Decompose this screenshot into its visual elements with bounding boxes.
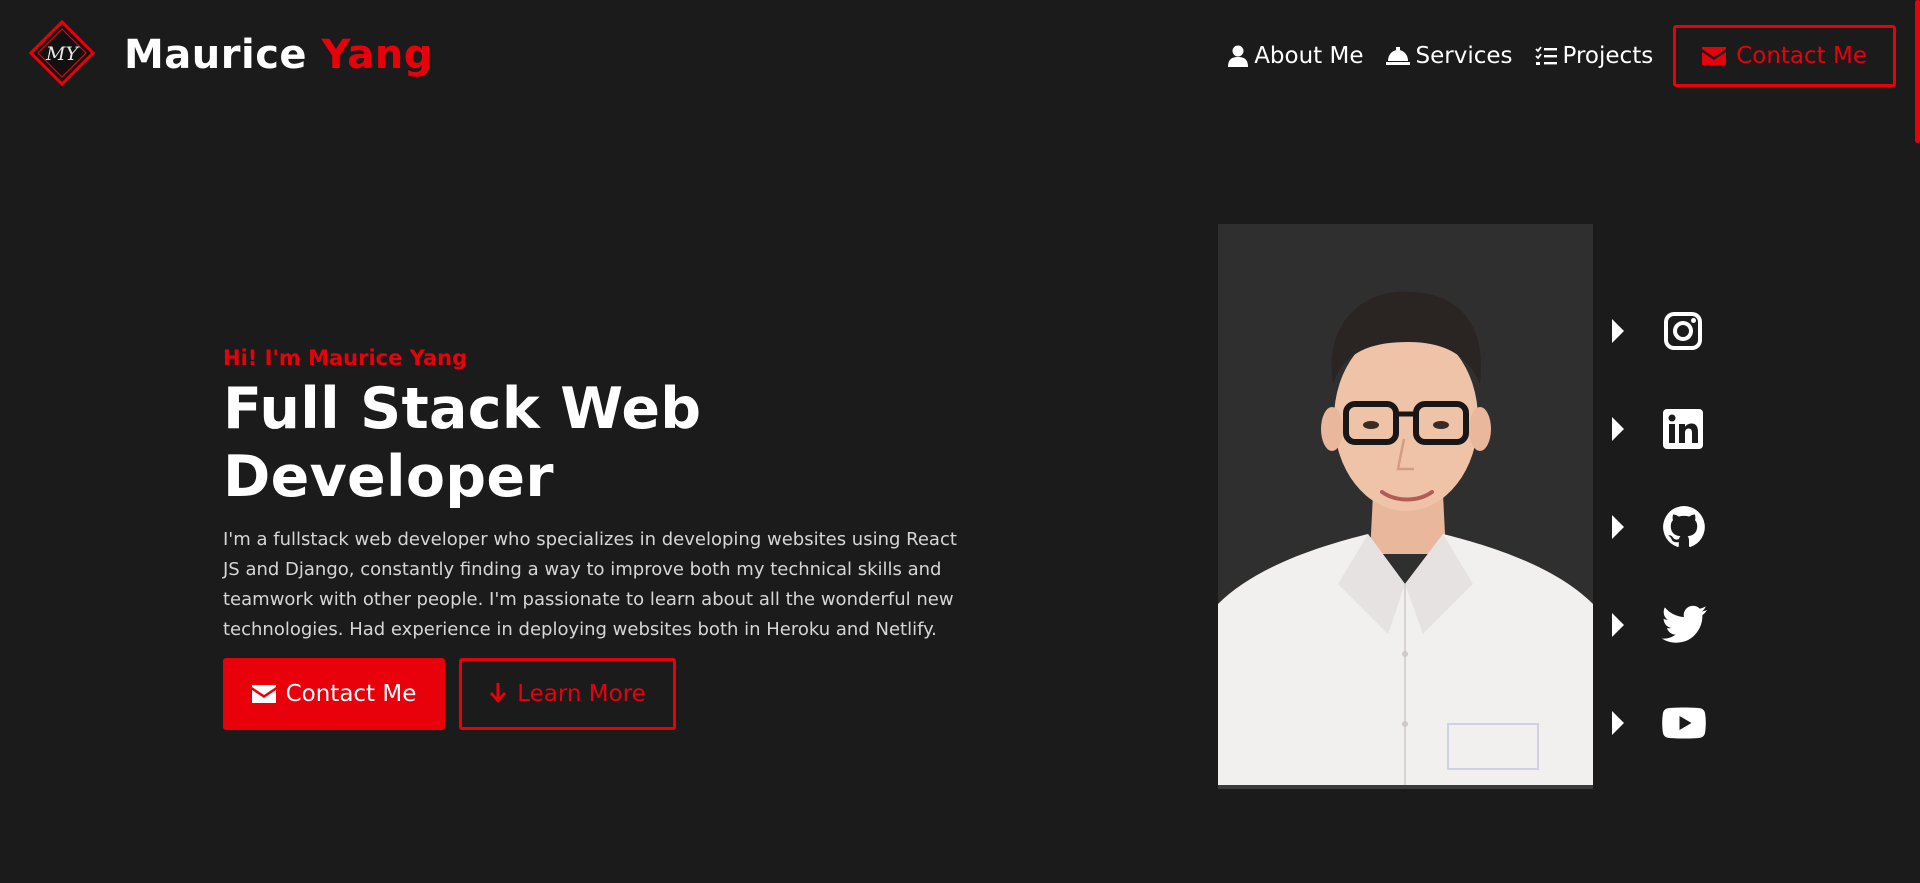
nav-contact-button[interactable]: Contact Me xyxy=(1673,25,1896,87)
hero-section: Hi! I'm Maurice Yang Full Stack Web Deve… xyxy=(223,343,983,730)
logo-icon[interactable]: MY xyxy=(26,17,98,89)
brand-first-name: Maurice xyxy=(124,32,308,78)
envelope-icon xyxy=(1702,47,1727,65)
nav-about-me[interactable]: About Me xyxy=(1228,43,1364,69)
bell-icon xyxy=(1385,47,1410,65)
instagram-icon xyxy=(1664,312,1702,350)
envelope-icon xyxy=(251,685,276,703)
social-twitter[interactable] xyxy=(1612,576,1708,674)
list-icon xyxy=(1534,46,1557,65)
twitter-icon xyxy=(1662,605,1707,643)
arrow-down-icon xyxy=(490,683,507,703)
contact-me-label: Contact Me xyxy=(285,681,417,707)
social-links xyxy=(1612,282,1708,772)
hero-actions: Contact Me Learn More xyxy=(223,658,983,730)
contact-me-button[interactable]: Contact Me xyxy=(223,658,445,730)
caret-right-icon xyxy=(1612,319,1624,343)
caret-right-icon xyxy=(1612,711,1624,735)
scroll-indicator[interactable] xyxy=(1915,0,1920,143)
logo-text: MY xyxy=(45,43,80,65)
hero-description: I'm a fullstack web developer who specia… xyxy=(223,529,957,640)
social-linkedin[interactable] xyxy=(1612,380,1708,478)
brand-last-name: Yang xyxy=(321,32,433,78)
social-instagram[interactable] xyxy=(1612,282,1708,380)
nav-contact-label: Contact Me xyxy=(1736,43,1867,69)
linkedin-icon xyxy=(1663,409,1703,449)
nav-projects-label: Projects xyxy=(1562,43,1654,69)
caret-right-icon xyxy=(1612,613,1624,637)
nav-services[interactable]: Services xyxy=(1385,43,1513,69)
social-youtube[interactable] xyxy=(1612,674,1708,772)
social-github[interactable] xyxy=(1612,478,1708,576)
caret-right-icon xyxy=(1612,417,1624,441)
github-icon xyxy=(1663,506,1705,547)
nav-about-me-label: About Me xyxy=(1254,43,1364,69)
main-nav: About Me Services Projects Contact Me xyxy=(1206,25,1896,87)
hero-greeting: Hi! I'm Maurice Yang xyxy=(223,346,468,370)
nav-services-label: Services xyxy=(1415,43,1513,69)
caret-right-icon xyxy=(1612,515,1624,539)
site-header: MY Maurice Yang About Me Services Projec… xyxy=(0,0,1920,143)
hero-title: Full Stack Web Developer xyxy=(223,376,702,510)
profile-photo xyxy=(1218,224,1593,789)
youtube-icon xyxy=(1662,707,1706,739)
user-icon xyxy=(1228,45,1249,67)
learn-more-button[interactable]: Learn More xyxy=(459,658,676,730)
brand-name[interactable]: Maurice Yang xyxy=(124,30,433,80)
nav-projects[interactable]: Projects xyxy=(1534,43,1654,69)
learn-more-label: Learn More xyxy=(517,681,646,707)
